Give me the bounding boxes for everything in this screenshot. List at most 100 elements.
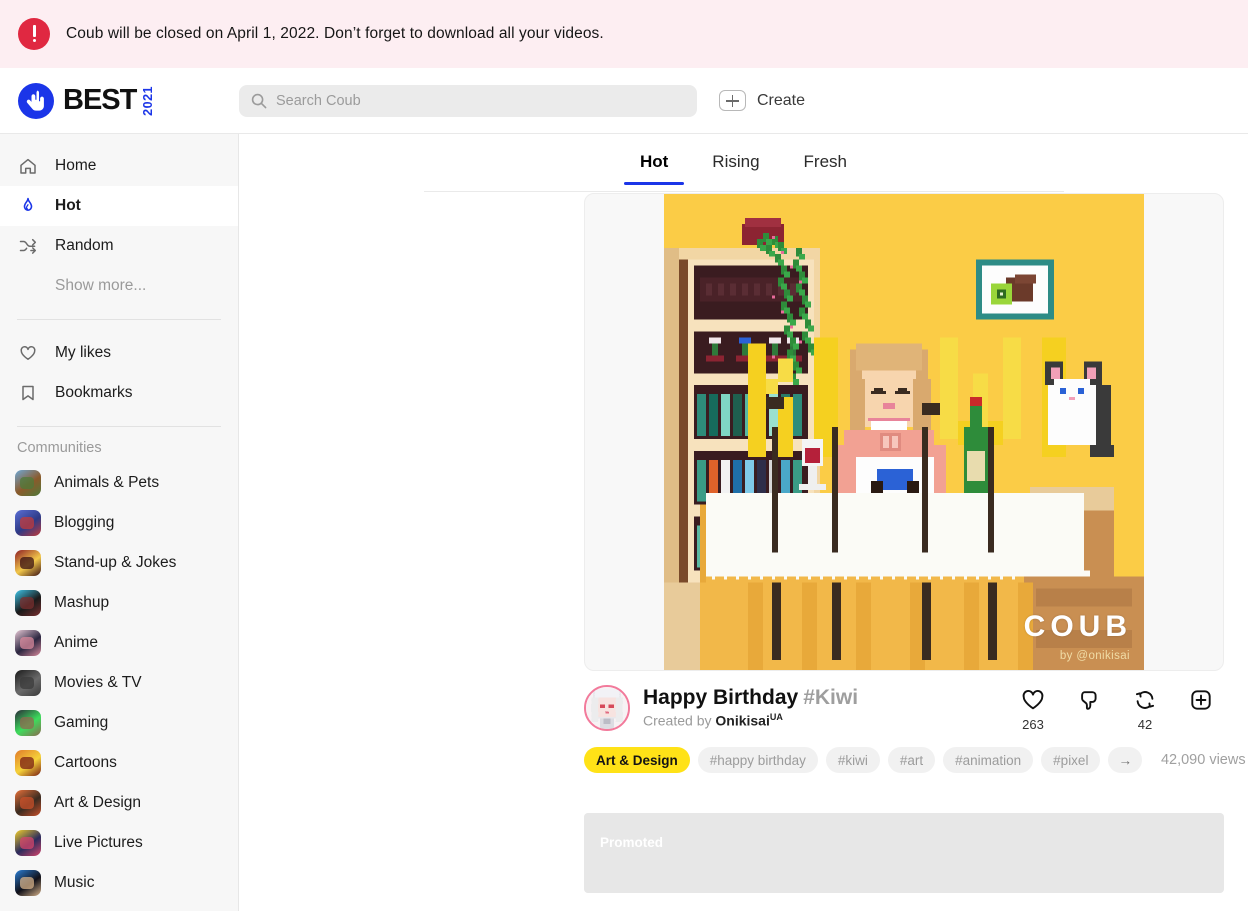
standup-jokes-thumb [15,550,41,576]
music-thumb [15,870,41,896]
created-by-label: Created by [643,712,712,729]
community-item-gaming[interactable]: Gaming [0,703,238,743]
hashtag-chip[interactable]: #animation [943,747,1034,773]
bookmark-icon [17,382,39,404]
community-label: Animals & Pets [54,474,160,491]
post-title[interactable]: Happy Birthday [643,686,798,709]
tab-rising[interactable]: Rising [690,146,781,185]
tab-label: Rising [712,152,760,171]
promoted-label: Promoted [600,835,664,850]
sidebar-item-hot[interactable]: Hot [0,186,238,226]
bookmark-button[interactable] [1184,689,1218,717]
author-name[interactable]: Onikisai [715,713,769,729]
communities-list: Animals & Pets Blogging Stand-up & Jokes Ma… [0,463,238,903]
feed-list: COUB by @onikisai Happy Birthday #Kiwi Cr… [239,193,1248,893]
animals-pets-thumb [15,470,41,496]
tab-fresh[interactable]: Fresh [782,146,869,185]
avatar-image [586,687,628,729]
author-country: UA [769,712,783,722]
community-item-blogging[interactable]: Blogging [0,503,238,543]
tab-hot[interactable]: Hot [618,146,690,185]
like-button[interactable]: 263 [1016,689,1050,732]
tags-more-arrow[interactable]: → [1108,747,1142,773]
sidebar-show-more[interactable]: Show more... [0,266,238,306]
alert-circle-icon [18,18,50,50]
sidebar-item-label: Show more... [55,277,147,294]
community-label: Live Pictures [54,834,143,851]
view-count: 42,090 views [1160,752,1246,768]
heart-icon [1022,689,1044,710]
flame-icon [17,195,39,217]
sidebar: Home Hot Random Show more... My likes Bo… [0,134,239,911]
live-pictures-thumb [15,830,41,856]
recoub-count: 42 [1137,717,1153,732]
community-item-anime[interactable]: Anime [0,623,238,663]
logo[interactable]: BEST 2021 [0,68,239,134]
promoted-block[interactable]: Promoted [584,813,1224,893]
coub-hand-icon [18,82,54,119]
sidebar-divider-2 [17,426,221,427]
plus-box-icon [1191,690,1211,710]
avatar[interactable] [584,685,630,731]
community-label: Stand-up & Jokes [54,554,177,571]
logo-wordmark: BEST [63,84,137,116]
community-label: Blogging [54,514,115,531]
hashtag-chip[interactable]: #happy birthday [697,747,818,773]
sidebar-item-random[interactable]: Random [0,226,238,266]
main-feed-column: Hot Rising Fresh COUB by @onikisai Happy… [239,134,1248,911]
thumbs-down-icon [1081,691,1097,710]
search-bar[interactable] [239,84,697,117]
post-title-hashtag[interactable]: #Kiwi [803,686,858,709]
recoub-icon [1135,691,1155,709]
shuffle-icon [17,235,39,257]
post-actions: 263 42 [1016,685,1224,732]
recoub-button[interactable]: 42 [1128,689,1162,732]
community-tag[interactable]: Art & Design [584,747,690,773]
anime-thumb [15,630,41,656]
gaming-thumb [15,710,41,736]
community-label: Art & Design [54,794,142,811]
communities-heading: Communities [17,440,102,456]
video-card[interactable]: COUB by @onikisai [584,193,1224,671]
sidebar-item-label: My likes [55,344,111,361]
feed-tabs: Hot Rising Fresh [239,134,1248,192]
dislike-button[interactable] [1072,689,1106,717]
search-input[interactable] [276,92,685,109]
hashtag-chip[interactable]: #pixel [1041,747,1101,773]
sidebar-item-label: Random [55,237,114,254]
community-item-cartoons[interactable]: Cartoons [0,743,238,783]
hashtag-chip[interactable]: #art [887,747,936,773]
post-title-block: Happy Birthday #Kiwi Created by OnikisaiU… [643,685,1016,729]
sidebar-item-my-likes[interactable]: My likes [0,333,238,373]
post-meta: Happy Birthday #Kiwi Created by OnikisaiU… [584,685,1224,732]
community-label: Music [54,874,95,891]
site-notice-banner: Coub will be closed on April 1, 2022. Do… [0,0,1248,68]
search-icon [251,93,267,108]
sidebar-item-label: Home [55,157,97,174]
heart-icon [17,342,39,364]
community-item-stand-up-jokes[interactable]: Stand-up & Jokes [0,543,238,583]
community-item-animals-pets[interactable]: Animals & Pets [0,463,238,503]
sidebar-divider [17,319,221,320]
community-item-music[interactable]: Music [0,863,238,903]
community-item-mashup[interactable]: Mashup [0,583,238,623]
post-author-row: Created by OnikisaiUA [643,712,1016,729]
pixel-art-scene [664,194,1144,670]
create-button-label: Create [757,91,806,109]
tab-underline [423,191,1064,192]
community-label: Cartoons [54,754,117,771]
community-item-art-design[interactable]: Art & Design [0,783,238,823]
logo-year: 2021 [141,85,156,116]
community-label: Movies & TV [54,674,142,691]
community-label: Gaming [54,714,109,731]
community-item-live-pictures[interactable]: Live Pictures [0,823,238,863]
hashtag-chip[interactable]: #kiwi [825,747,880,773]
mashup-thumb [15,590,41,616]
video-player[interactable]: COUB by @onikisai [664,194,1144,670]
sidebar-item-bookmarks[interactable]: Bookmarks [0,373,238,413]
create-button[interactable]: Create [719,90,805,111]
blogging-thumb [15,510,41,536]
community-item-movies-tv[interactable]: Movies & TV [0,663,238,703]
sidebar-item-home[interactable]: Home [0,146,238,186]
like-count: 263 [1022,717,1044,732]
